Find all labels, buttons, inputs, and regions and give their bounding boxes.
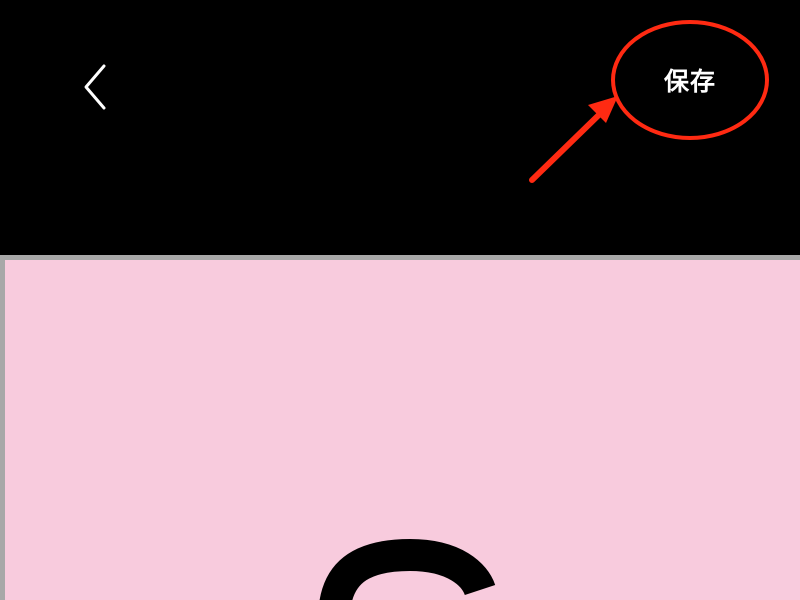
chevron-left-icon xyxy=(84,64,106,110)
black-shape-partial xyxy=(319,538,496,600)
top-navigation-bar: 保存 xyxy=(0,0,800,255)
editor-screen: 保存 xyxy=(0,0,800,600)
save-button-annotation xyxy=(529,20,769,183)
red-arrow-icon xyxy=(588,96,618,123)
save-button[interactable]: 保存 xyxy=(640,54,740,106)
back-button[interactable] xyxy=(72,52,120,122)
edit-canvas[interactable] xyxy=(5,260,800,600)
red-arrow-line xyxy=(529,104,610,183)
canvas-frame xyxy=(0,255,800,600)
